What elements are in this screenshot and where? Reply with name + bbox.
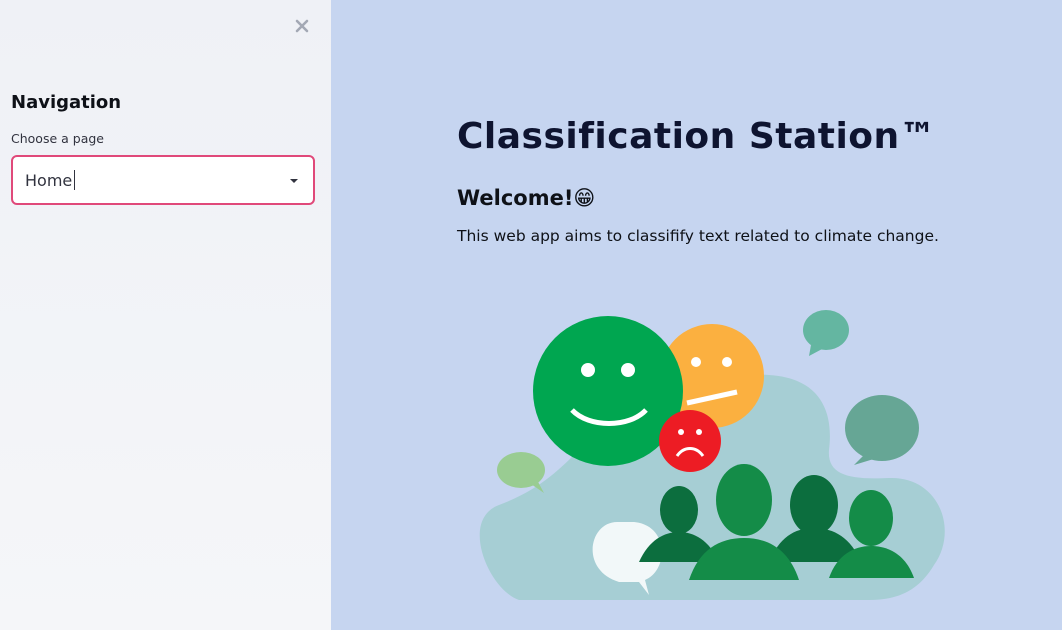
- navigation-title: Navigation: [11, 92, 122, 113]
- hero-illustration: [479, 310, 945, 600]
- small-speech-bubble: [803, 310, 849, 350]
- close-icon: [295, 19, 309, 33]
- page-title: Classification Station™: [457, 116, 937, 157]
- text-caret: [74, 170, 76, 190]
- sad-face-icon: [659, 410, 721, 472]
- chevron-down-icon[interactable]: [289, 178, 299, 184]
- close-sidebar-button[interactable]: [290, 14, 314, 38]
- page-select-value: Home: [25, 170, 73, 190]
- app-description: This web app aims to classifify text rel…: [457, 227, 939, 245]
- page-select[interactable]: Home: [11, 155, 315, 205]
- large-speech-bubble: [845, 395, 919, 461]
- app-window: Navigation Choose a page Home Classifica…: [0, 0, 1062, 630]
- welcome-heading: Welcome!😁: [457, 186, 596, 210]
- main-content: Classification Station™ Welcome!😁 This w…: [331, 0, 1062, 630]
- sidebar: Navigation Choose a page Home: [0, 0, 331, 630]
- page-select-label: Choose a page: [11, 131, 104, 146]
